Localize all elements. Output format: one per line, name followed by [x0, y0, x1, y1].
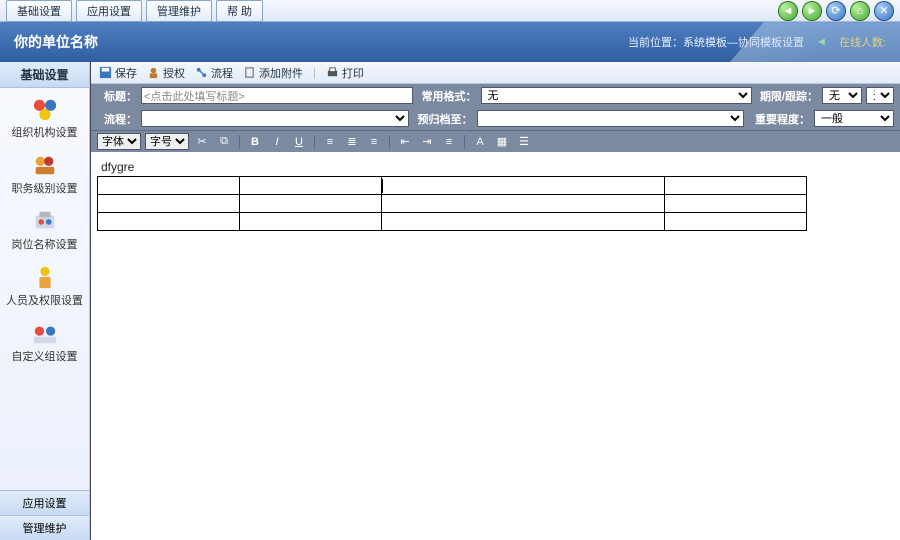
nav-refresh-icon[interactable]: ⟳: [826, 1, 846, 21]
bullet-list-icon[interactable]: ☰: [515, 133, 533, 150]
sidebar-item-label: 自定义组设置: [12, 351, 78, 363]
archive-label: 预归档至：: [413, 111, 473, 127]
nav-back-icon[interactable]: ◄: [778, 1, 798, 21]
outdent-icon[interactable]: ⇤: [396, 133, 414, 150]
menu-basic[interactable]: 基础设置: [6, 0, 72, 22]
bold-icon[interactable]: B: [246, 133, 264, 150]
rank-icon: [30, 152, 60, 178]
deadline-label: 期限/跟踪：: [756, 88, 818, 104]
attach-icon: [243, 66, 256, 79]
sidebar-item-user-perm[interactable]: 人员及权限设置: [0, 256, 89, 312]
save-button[interactable]: 保存: [99, 65, 137, 81]
sidebar-item-label: 岗位名称设置: [12, 239, 78, 251]
sidebar-tab-admin[interactable]: 管理维护: [0, 515, 89, 540]
nav-forward-icon[interactable]: ►: [802, 1, 822, 21]
flow-label: 流程：: [97, 111, 137, 127]
font-size-select[interactable]: 字号: [145, 133, 189, 150]
content-area: 保存 授权 流程 添加附件 | 打印 标题： 常用格式： 无 期限/跟踪： 无 …: [90, 62, 900, 540]
attach-button[interactable]: 添加附件: [243, 65, 303, 81]
table-row: [98, 177, 807, 195]
org-title: 你的单位名称: [14, 32, 98, 52]
richtext-toolbar: 字体 字号 ✂ ⧉ B I U ≡ ≣ ≡ ⇤ ⇥ ≡ A ▦ ☰: [91, 130, 900, 152]
sidebar-item-label: 职务级别设置: [12, 183, 78, 195]
flow-icon: [195, 66, 208, 79]
sidebar-item-position[interactable]: 岗位名称设置: [0, 200, 89, 256]
title-input[interactable]: [141, 87, 413, 104]
align-center-icon[interactable]: ≣: [343, 133, 361, 150]
location-label: 当前位置：: [628, 37, 683, 49]
copy-icon[interactable]: ⧉: [215, 133, 233, 150]
deadline-select[interactable]: 无: [822, 87, 862, 104]
save-icon: [99, 66, 112, 79]
importance-select[interactable]: 一般: [814, 110, 894, 127]
table-row: [98, 195, 807, 213]
auth-icon: [147, 66, 160, 79]
sidebar-tab-app[interactable]: 应用设置: [0, 490, 89, 515]
menu-admin[interactable]: 管理维护: [146, 0, 212, 22]
group-icon: [30, 320, 60, 346]
flow-select[interactable]: [141, 110, 409, 127]
title-label: 标题：: [97, 88, 137, 104]
sidebar-item-rank[interactable]: 职务级别设置: [0, 144, 89, 200]
action-toolbar: 保存 授权 流程 添加附件 | 打印: [91, 62, 900, 84]
auth-button[interactable]: 授权: [147, 65, 185, 81]
org-icon: [30, 96, 60, 122]
sidebar-item-label: 组织机构设置: [12, 127, 78, 139]
menu-help[interactable]: 帮 助: [216, 0, 263, 22]
format-select[interactable]: 无: [481, 87, 753, 104]
cut-icon[interactable]: ✂: [193, 133, 211, 150]
archive-select[interactable]: [477, 110, 745, 127]
underline-icon[interactable]: U: [290, 133, 308, 150]
top-menubar: 基础设置 应用设置 管理维护 帮 助 ◄ ► ⟳ ⌂ ✕: [0, 0, 900, 22]
print-icon: [326, 66, 339, 79]
sidebar: 基础设置 组织机构设置 职务级别设置 岗位名称设置 人员及权限设置 自定义组设置…: [0, 62, 90, 540]
ordered-list-icon[interactable]: ≡: [440, 133, 458, 150]
nav-home-icon[interactable]: ⌂: [850, 1, 870, 21]
format-label: 常用格式：: [417, 88, 477, 104]
table-row: [98, 213, 807, 231]
italic-icon[interactable]: I: [268, 133, 286, 150]
sidebar-item-org[interactable]: 组织机构设置: [0, 88, 89, 144]
font-color-icon[interactable]: A: [471, 133, 489, 150]
sidebar-item-label: 人员及权限设置: [6, 295, 83, 307]
print-button[interactable]: 打印: [326, 65, 364, 81]
nav-close-icon[interactable]: ✕: [874, 1, 894, 21]
form-bar: 标题： 常用格式： 无 期限/跟踪： 无 无 流程： 预归档至： 重要程度： 一…: [91, 84, 900, 130]
sidebar-tab-basic[interactable]: 基础设置: [0, 62, 89, 88]
menu-app[interactable]: 应用设置: [76, 0, 142, 22]
user-perm-icon: [30, 264, 60, 290]
sidebar-item-custom-group[interactable]: 自定义组设置: [0, 312, 89, 368]
deadline-select2[interactable]: 无: [866, 87, 894, 104]
banner: 你的单位名称 当前位置：系统模板—协同模板设置 ◄ 在线人数:: [0, 22, 900, 62]
editor-text: dfygre: [101, 160, 894, 174]
editor-body[interactable]: dfygre: [91, 152, 900, 540]
banner-decoration: [730, 22, 900, 62]
position-icon: [30, 208, 60, 234]
font-family-select[interactable]: 字体: [97, 133, 141, 150]
flow-button[interactable]: 流程: [195, 65, 233, 81]
indent-icon[interactable]: ⇥: [418, 133, 436, 150]
table-icon[interactable]: ▦: [493, 133, 511, 150]
importance-label: 重要程度：: [748, 111, 810, 127]
editor-table[interactable]: [97, 176, 807, 231]
align-right-icon[interactable]: ≡: [365, 133, 383, 150]
align-left-icon[interactable]: ≡: [321, 133, 339, 150]
